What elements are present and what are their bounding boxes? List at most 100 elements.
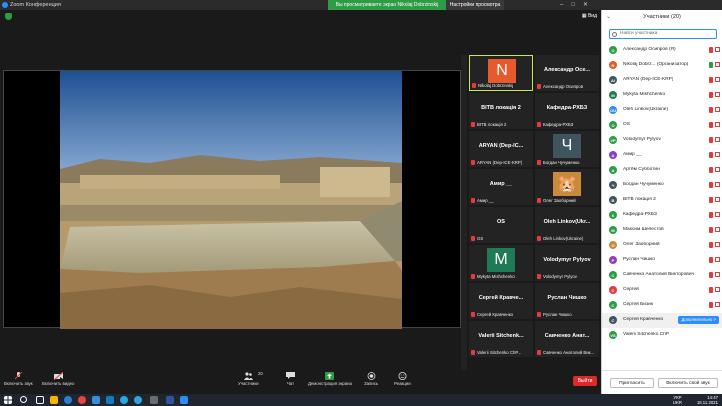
participant-row[interactable]: VS Valerii Sitchenko ChP (602, 328, 722, 343)
window-controls[interactable]: –□✕ (560, 1, 596, 8)
record-button[interactable]: Запись (364, 372, 378, 386)
participant-row[interactable]: С Савченко Анатолий Викторович (602, 268, 722, 283)
view-options-button[interactable]: Настройки просмотра (446, 0, 504, 10)
start-video-button[interactable]: Включить видео (42, 372, 74, 386)
edge-icon[interactable] (106, 396, 114, 404)
unmute-button[interactable]: Включить звук (4, 372, 33, 386)
participant-name: ARYAN (Dep-ICE-KRP) (623, 77, 674, 82)
muted-mic-icon (709, 47, 713, 53)
file-explorer-icon[interactable] (50, 396, 58, 404)
tile-avatar: M (487, 248, 515, 272)
tile-footer-name: Савченко Анатолий Вик... (543, 350, 595, 355)
mic-icon (709, 62, 713, 68)
muted-mic-icon (709, 287, 713, 293)
participant-row[interactable]: VP Volodymyr Pylyov (602, 133, 722, 148)
participant-row[interactable]: Ч Богдан Чучуменко (602, 178, 722, 193)
system-clock[interactable]: 14:47 18.11.2021 (697, 395, 718, 405)
tile-avatar: Ч (553, 134, 581, 158)
muted-mic-icon (471, 122, 475, 127)
participants-button[interactable]: Участники 20 (238, 371, 263, 386)
unmute-me-button[interactable]: Включить свой звук (658, 378, 718, 388)
chrome-icon[interactable] (78, 396, 86, 404)
language-indicator[interactable]: УКР UKR (673, 395, 682, 405)
participant-row[interactable]: К Кафедра-РХБЗ (602, 208, 722, 223)
participant-name: Mykyta Mishchenko (623, 92, 666, 97)
tile-footer-name: Mykyta Mishchenko (477, 274, 515, 279)
muted-mic-icon (709, 122, 713, 128)
zoom-taskbar-icon[interactable] (180, 396, 188, 404)
tile-footer-name: Амир __ (477, 198, 494, 203)
tile-footer-name: Сергей Кравченко (477, 312, 514, 317)
windows-start-icon[interactable] (4, 396, 12, 404)
panel-splitter[interactable] (461, 55, 467, 373)
video-tile[interactable]: Александр Осе... Александр Осипров (535, 55, 599, 91)
muted-mic-icon (709, 212, 713, 218)
video-tile[interactable]: Кафедра-РХБЗ Кафедра-РХБЗ (535, 93, 599, 129)
leave-button[interactable]: Выйти (573, 376, 597, 386)
search-icon[interactable] (20, 396, 27, 403)
participant-row[interactable]: AI ARYAN (Dep-ICE-KRP) (602, 73, 722, 88)
participant-row[interactable]: О Олег Заоборний (602, 238, 722, 253)
telegram-icon[interactable] (134, 396, 142, 404)
mail-icon[interactable] (92, 396, 100, 404)
participant-avatar: A (609, 166, 617, 174)
video-tile[interactable]: Савченко Анат... Савченко Анатолий Вик..… (535, 321, 599, 357)
tile-avatar: N (488, 59, 516, 83)
video-off-icon (715, 212, 720, 217)
video-tile[interactable]: Сергей Кравче... Сергей Кравченко (469, 283, 533, 319)
task-view-icon[interactable] (36, 396, 44, 404)
video-tile[interactable]: Ч Богдан Чучуменко (535, 131, 599, 167)
video-off-icon (715, 272, 720, 277)
panel-title: Участники (20) (643, 14, 681, 20)
video-tile[interactable]: ARYAN (Dep-IC... ARYAN (Dep-ICE-KRP) (469, 131, 533, 167)
video-tile[interactable]: Амир __ Амир __ (469, 169, 533, 205)
participant-avatar: VP (609, 136, 617, 144)
title-bar: Zoom Конференция Вы просматриваете экран… (0, 0, 722, 10)
video-tile[interactable]: OS OS (469, 207, 533, 243)
tile-name: Volodymyr Pylyov (543, 257, 591, 263)
zoom-window: Zoom Конференция Вы просматриваете экран… (0, 0, 722, 406)
skype-icon[interactable] (120, 396, 128, 404)
participant-row[interactable]: M Mykyta Mishchenko (602, 88, 722, 103)
participant-search-input[interactable]: Найти участника (609, 29, 717, 39)
participant-row[interactable]: A Амир __ (602, 148, 722, 163)
chat-button[interactable]: Чат (286, 372, 295, 386)
video-tile[interactable]: ВІТВ локація 2 ВІТВ локація 2 (469, 93, 533, 129)
browser-icon[interactable] (64, 396, 72, 404)
more-button[interactable]: Дополнительно > (678, 316, 719, 324)
participant-row[interactable]: С Сергей (602, 283, 722, 298)
participant-row[interactable]: С Сергей Кравченко Дополнительно > (602, 313, 722, 328)
participant-name: OS (623, 122, 630, 127)
muted-mic-icon (709, 227, 713, 233)
participant-row[interactable]: В ВІТВ локація 2 (602, 193, 722, 208)
video-tile[interactable]: Oleh Linkov(Ukr... Oleh Linkov(Ukraine) (535, 207, 599, 243)
participant-row[interactable]: М Максим Шелестов (602, 223, 722, 238)
reactions-button[interactable]: Реакции (394, 372, 411, 386)
participant-row[interactable]: N Nikolaj Dobrz... (Организатор) (602, 58, 722, 73)
participant-row[interactable]: С Сергей Бизик (602, 298, 722, 313)
participant-row[interactable]: OU Oleh Linkov(Ukraine) (602, 103, 722, 118)
participant-name: Nikolaj Dobrz... (Организатор) (623, 62, 689, 67)
video-tile[interactable]: Руслан Чишко Руслан Чишко (535, 283, 599, 319)
video-tile[interactable]: Volodymyr Pylyov Volodymyr Pylyov (535, 245, 599, 281)
participant-name: Максим Шелестов (623, 227, 664, 232)
word-icon[interactable] (166, 396, 174, 404)
view-button[interactable]: ▦ Вид (582, 13, 597, 19)
video-tile[interactable]: M Mykyta Mishchenko (469, 245, 533, 281)
tile-name: Амир __ (489, 181, 513, 187)
participant-row[interactable]: A Артём Субботин (602, 163, 722, 178)
share-screen-button[interactable]: Демонстрация экрана (308, 372, 352, 386)
video-tile[interactable]: 🐹 Олег Заоборний (535, 169, 599, 205)
muted-mic-icon (537, 350, 541, 355)
video-tile[interactable]: Valerii Sitchenk... Valerii Sitchenko Ch… (469, 321, 533, 357)
panel-footer: Пригласить Включить свой звук (602, 370, 722, 394)
video-tile[interactable]: N Nikolaj Dobrzinskij (469, 55, 533, 91)
tile-footer: Богдан Чучуменко (537, 160, 597, 165)
app-icon[interactable] (150, 396, 158, 404)
participant-row[interactable]: Р Руслан Чишко (602, 253, 722, 268)
participant-row[interactable]: О Александр Осипров (Я) (602, 43, 722, 58)
participant-row[interactable]: O OS (602, 118, 722, 133)
shield-icon[interactable] (5, 13, 12, 20)
participant-avatar: N (609, 61, 617, 69)
invite-button[interactable]: Пригласить (610, 378, 654, 388)
